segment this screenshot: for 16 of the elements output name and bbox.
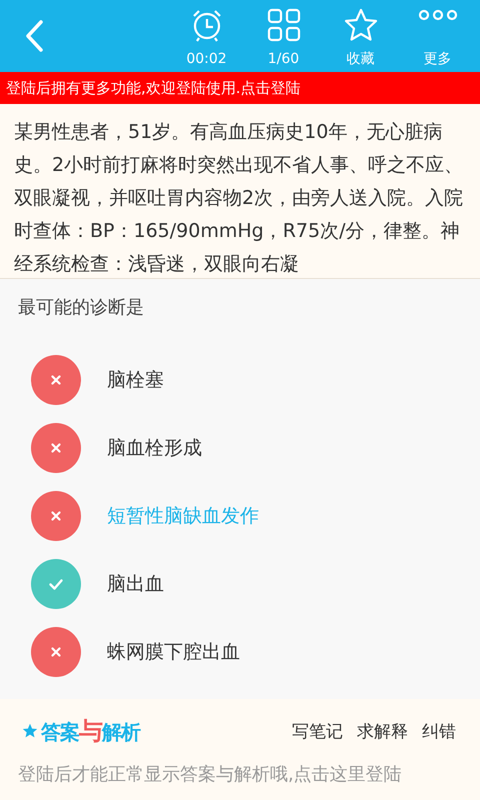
star-icon xyxy=(344,8,378,42)
action-link[interactable]: 求解释 xyxy=(357,720,408,742)
action-link[interactable]: 写笔记 xyxy=(292,720,343,742)
answer-option[interactable]: 蛛网膜下腔出血 xyxy=(107,639,240,665)
login-banner[interactable]: 登陆后拥有更多功能,欢迎登陆使用.点击登陆 xyxy=(0,72,480,104)
more-icon xyxy=(418,8,458,22)
section-logo: 答案与解析 xyxy=(41,716,140,747)
answer-option[interactable]: 脑血栓形成 xyxy=(107,435,202,461)
question-prompt: 最可能的诊断是 xyxy=(17,296,145,320)
action-link[interactable]: 纠错 xyxy=(422,720,456,742)
back-icon[interactable] xyxy=(24,19,44,53)
answer-option[interactable]: 脑出血 xyxy=(107,571,164,597)
star-icon xyxy=(22,723,38,739)
question-text: 某男性患者，51岁。有高血压病史10年，无心脏病史。2小时前打麻将时突然出现不省人事、呼之不应、双眼凝视，并呕吐胃内容物2次，由旁人送入院。入院时查体：BP：165/90mmHg，R75次/分，律整。神经系统检查：浅昏迷，双眼向右凝 xyxy=(13,120,464,277)
grid-icon xyxy=(266,8,300,42)
answer-option[interactable]: 脑栓塞 xyxy=(107,367,164,393)
